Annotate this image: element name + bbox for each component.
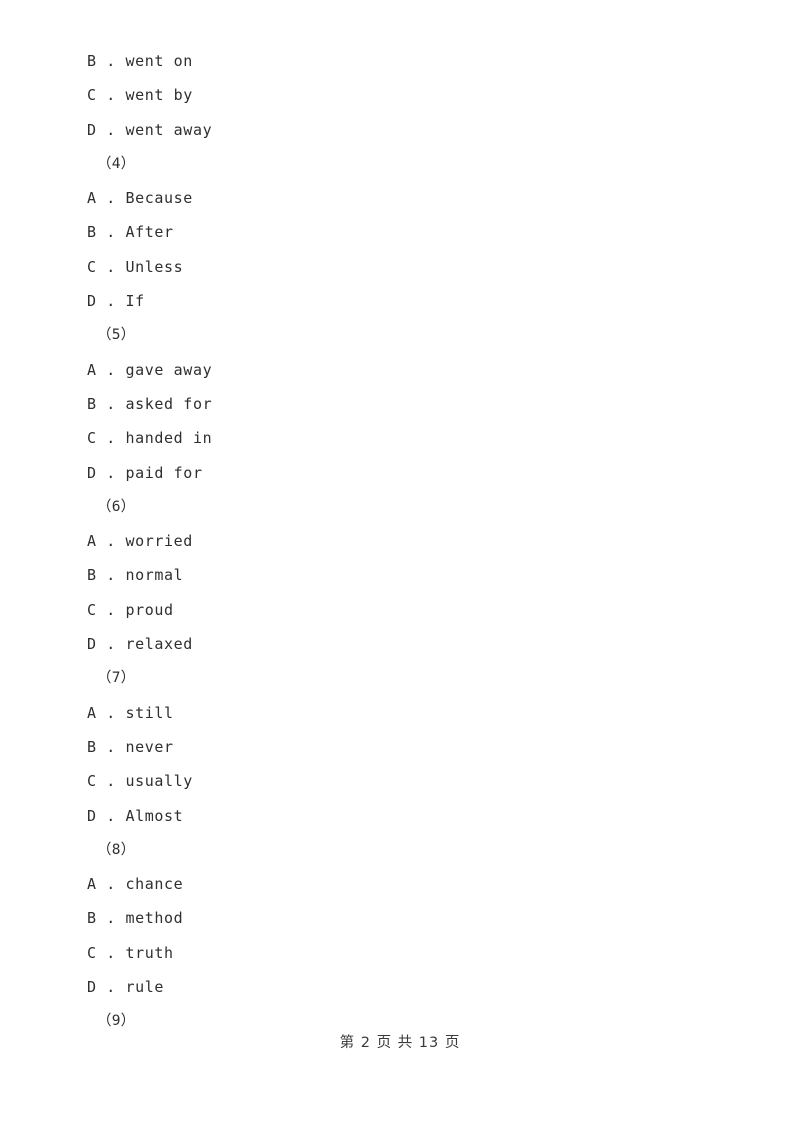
question-number: （6） bbox=[97, 498, 136, 515]
question-number: （7） bbox=[97, 670, 136, 687]
answer-option: A . gave away bbox=[87, 360, 213, 379]
question-number: （8） bbox=[97, 841, 136, 858]
answer-option: A . Because bbox=[87, 189, 193, 208]
answer-option: C . Unless bbox=[87, 257, 184, 276]
question-number: （5） bbox=[97, 327, 136, 344]
question-options-list: B . went on C . went by D . went away （4） A … bbox=[86, 44, 760, 1039]
answer-option: C . handed in bbox=[87, 429, 213, 448]
answer-option: B . method bbox=[87, 909, 184, 928]
answer-option: B . After bbox=[87, 223, 174, 242]
page-footer: 第 2 页 共 13 页 bbox=[339, 1035, 461, 1051]
answer-option: B . went on bbox=[87, 52, 193, 70]
answer-option: A . still bbox=[87, 703, 174, 722]
answer-option: B . normal bbox=[87, 566, 184, 585]
answer-option: C . proud bbox=[87, 600, 174, 619]
answer-option: D . relaxed bbox=[87, 635, 193, 654]
answer-option: B . asked for bbox=[87, 394, 213, 413]
question-number: （4） bbox=[97, 155, 136, 172]
answer-option: D . Almost bbox=[87, 806, 184, 825]
answer-option: C . truth bbox=[87, 943, 174, 962]
answer-option: D . paid for bbox=[87, 463, 203, 482]
answer-option: B . never bbox=[87, 737, 174, 756]
document-page: B . went on C . went by D . went away （4） A … bbox=[0, 0, 800, 1132]
answer-option: D . If bbox=[87, 292, 145, 311]
answer-option: C . usually bbox=[87, 772, 193, 791]
answer-option: D . rule bbox=[87, 978, 165, 997]
answer-option: D . went away bbox=[87, 120, 213, 139]
answer-option: A . worried bbox=[87, 532, 193, 551]
answer-option: C . went by bbox=[87, 86, 193, 105]
answer-option: A . chance bbox=[87, 875, 184, 894]
